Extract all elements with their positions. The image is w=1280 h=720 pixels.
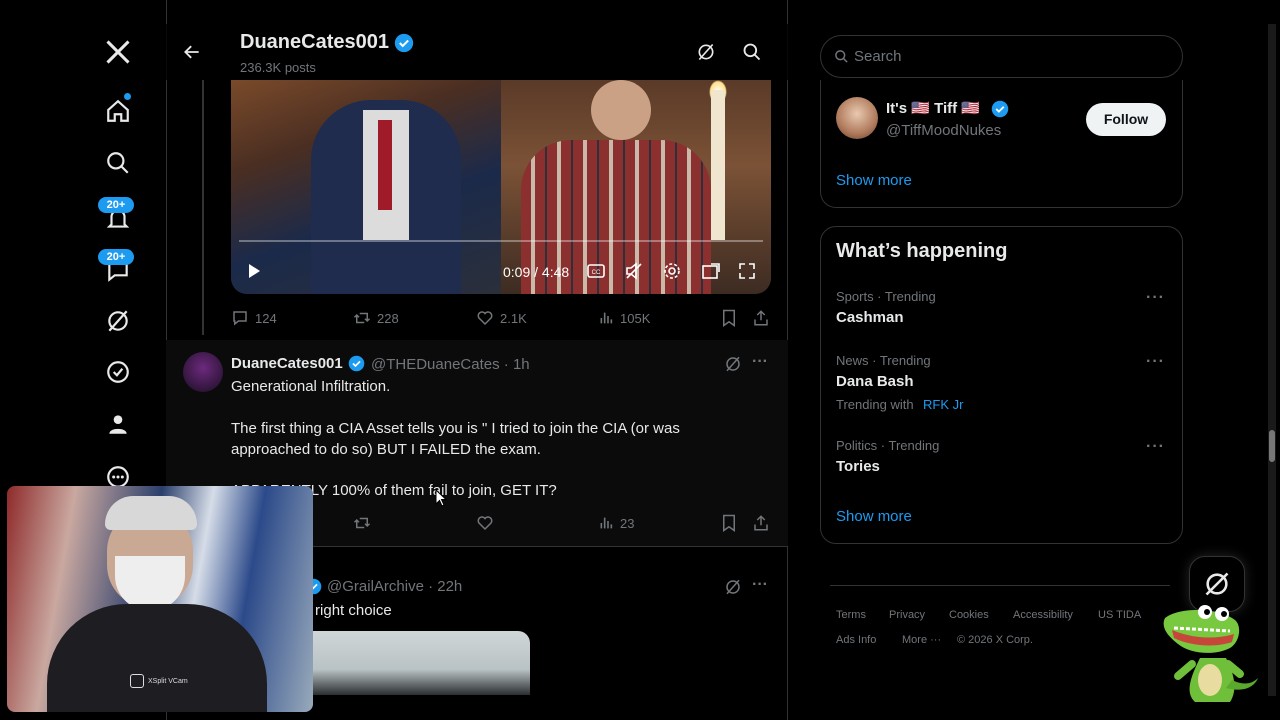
profile-name: DuaneCates001 xyxy=(240,31,389,53)
fullscreen-icon[interactable] xyxy=(736,260,758,282)
trending-with-label: Trending with xyxy=(836,397,914,412)
views-count: 105K xyxy=(620,310,651,326)
profile-post-count: 236.3K posts xyxy=(240,60,316,75)
play-icon[interactable] xyxy=(243,260,265,282)
follow-suggestion-handle: @TiffMoodNukes xyxy=(886,122,1002,139)
avatar[interactable] xyxy=(183,352,223,392)
messages-badge: 20+ xyxy=(98,249,134,265)
follow-suggestion-name[interactable]: It's 🇺🇸 Tiff 🇺🇸 xyxy=(886,99,980,117)
search-placeholder: Search xyxy=(854,48,902,65)
speaker-tie xyxy=(378,120,392,210)
avatar[interactable] xyxy=(836,97,878,139)
search-icon[interactable] xyxy=(742,42,762,62)
repost-count: 228 xyxy=(377,310,399,326)
whats-happening-title: What’s happening xyxy=(836,240,1008,262)
footer-divider xyxy=(830,585,1170,586)
explore-search-icon[interactable] xyxy=(102,147,134,179)
mouse-cursor xyxy=(435,489,447,507)
tweet-media-image[interactable] xyxy=(290,631,530,695)
footer-ads-info-link[interactable]: Ads Info xyxy=(836,634,876,646)
share-button[interactable] xyxy=(752,514,770,532)
grok-explain-icon[interactable] xyxy=(724,578,742,596)
x-logo-icon[interactable] xyxy=(102,36,134,68)
tweet-handle-time[interactable]: @GrailArchive · 22h xyxy=(327,578,462,595)
xsplit-icon xyxy=(130,674,144,688)
share-button[interactable] xyxy=(752,309,770,327)
footer-more-link[interactable]: More ··· xyxy=(902,634,941,646)
like-count: 2.1K xyxy=(500,310,527,326)
picture-in-picture-icon[interactable] xyxy=(700,260,722,282)
trending-with-link[interactable]: RFK Jr xyxy=(923,397,963,412)
home-notification-dot xyxy=(124,93,131,100)
footer-terms-link[interactable]: Terms xyxy=(836,609,866,621)
tweet-text-line: Generational Infiltration. xyxy=(231,378,391,395)
verified-badge-icon xyxy=(348,355,365,372)
video-player[interactable]: 0:09 / 4:48 CC xyxy=(231,80,771,294)
repost-button[interactable]: 228 xyxy=(353,309,399,327)
trend-name[interactable]: Dana Bash xyxy=(836,373,914,390)
footer-accessibility-link[interactable]: Accessibility xyxy=(1013,609,1073,621)
tweet-author-name[interactable]: DuaneCates001 xyxy=(231,355,343,372)
footer-copyright: © 2026 X Corp. xyxy=(957,634,1033,646)
captions-icon[interactable]: CC xyxy=(585,260,607,282)
more-dots-icon[interactable]: ··· xyxy=(752,576,768,594)
like-button[interactable]: 2.1K xyxy=(476,309,527,327)
webcam-person-body xyxy=(47,604,267,712)
trend-name[interactable]: Cashman xyxy=(836,309,904,326)
back-arrow-icon[interactable] xyxy=(182,42,202,62)
footer-us-tida-link[interactable]: US TIDA xyxy=(1098,609,1141,621)
show-more-link[interactable]: Show more xyxy=(836,172,912,189)
thread-line xyxy=(202,80,204,335)
trend-more-icon[interactable]: ··· xyxy=(1146,353,1165,371)
views-button[interactable]: 23 xyxy=(598,515,634,531)
tweet-text-line: approached to do so) BUT I FAILED the ex… xyxy=(231,441,541,458)
trend-category: Sports · Trending xyxy=(836,289,936,304)
trend-category: Politics · Trending xyxy=(836,438,940,453)
video-time: 0:09 / 4:48 xyxy=(503,264,570,280)
verified-badge-icon xyxy=(991,100,1009,118)
webcam-person-cap xyxy=(105,496,197,530)
guest-head xyxy=(591,80,651,140)
footer-privacy-link[interactable]: Privacy xyxy=(889,609,925,621)
grok-icon[interactable] xyxy=(696,42,716,62)
like-button[interactable] xyxy=(476,514,494,532)
trend-name[interactable]: Tories xyxy=(836,458,880,475)
tweet-text-line: The first thing a CIA Asset tells you is… xyxy=(231,420,680,437)
webcam-label: XSplit VCam xyxy=(148,678,188,685)
webcam-person-beard xyxy=(115,556,185,611)
reply-count: 124 xyxy=(255,310,277,326)
follow-button[interactable]: Follow xyxy=(1086,103,1166,136)
profile-icon[interactable] xyxy=(102,408,134,440)
video-left-panel xyxy=(231,80,501,294)
scrollbar-thumb[interactable] xyxy=(1269,430,1275,462)
views-button[interactable]: 105K xyxy=(598,310,650,326)
views-count: 23 xyxy=(620,515,635,531)
footer-cookies-link[interactable]: Cookies xyxy=(949,609,989,621)
notifications-badge: 20+ xyxy=(98,197,134,213)
trend-category: News · Trending xyxy=(836,353,931,368)
grok-icon[interactable] xyxy=(102,305,134,337)
grok-explain-icon[interactable] xyxy=(724,355,742,373)
bookmark-button[interactable] xyxy=(721,309,737,327)
post-actions: 124 228 2.1K 105K xyxy=(231,308,771,328)
alligator-mascot xyxy=(1160,598,1260,704)
home-icon[interactable] xyxy=(102,95,134,127)
trend-more-icon[interactable]: ··· xyxy=(1146,438,1165,456)
mute-icon[interactable] xyxy=(623,260,645,282)
settings-gear-icon[interactable] xyxy=(661,260,683,282)
show-more-link[interactable]: Show more xyxy=(836,508,912,525)
reply-button[interactable]: 124 xyxy=(231,309,277,327)
candle xyxy=(711,90,725,240)
more-dots-icon[interactable]: ··· xyxy=(752,353,768,371)
search-icon xyxy=(834,49,849,64)
trend-more-icon[interactable]: ··· xyxy=(1146,289,1165,307)
video-progress-bar[interactable] xyxy=(239,240,763,242)
scrollbar-track[interactable] xyxy=(1268,24,1276,696)
repost-button[interactable] xyxy=(353,514,371,532)
bookmark-button[interactable] xyxy=(721,514,737,532)
verified-orgs-icon[interactable] xyxy=(102,356,134,388)
svg-text:CC: CC xyxy=(592,270,601,276)
tweet-handle-time[interactable]: @THEDuaneCates · 1h xyxy=(371,356,530,373)
verified-badge-icon xyxy=(394,33,414,53)
